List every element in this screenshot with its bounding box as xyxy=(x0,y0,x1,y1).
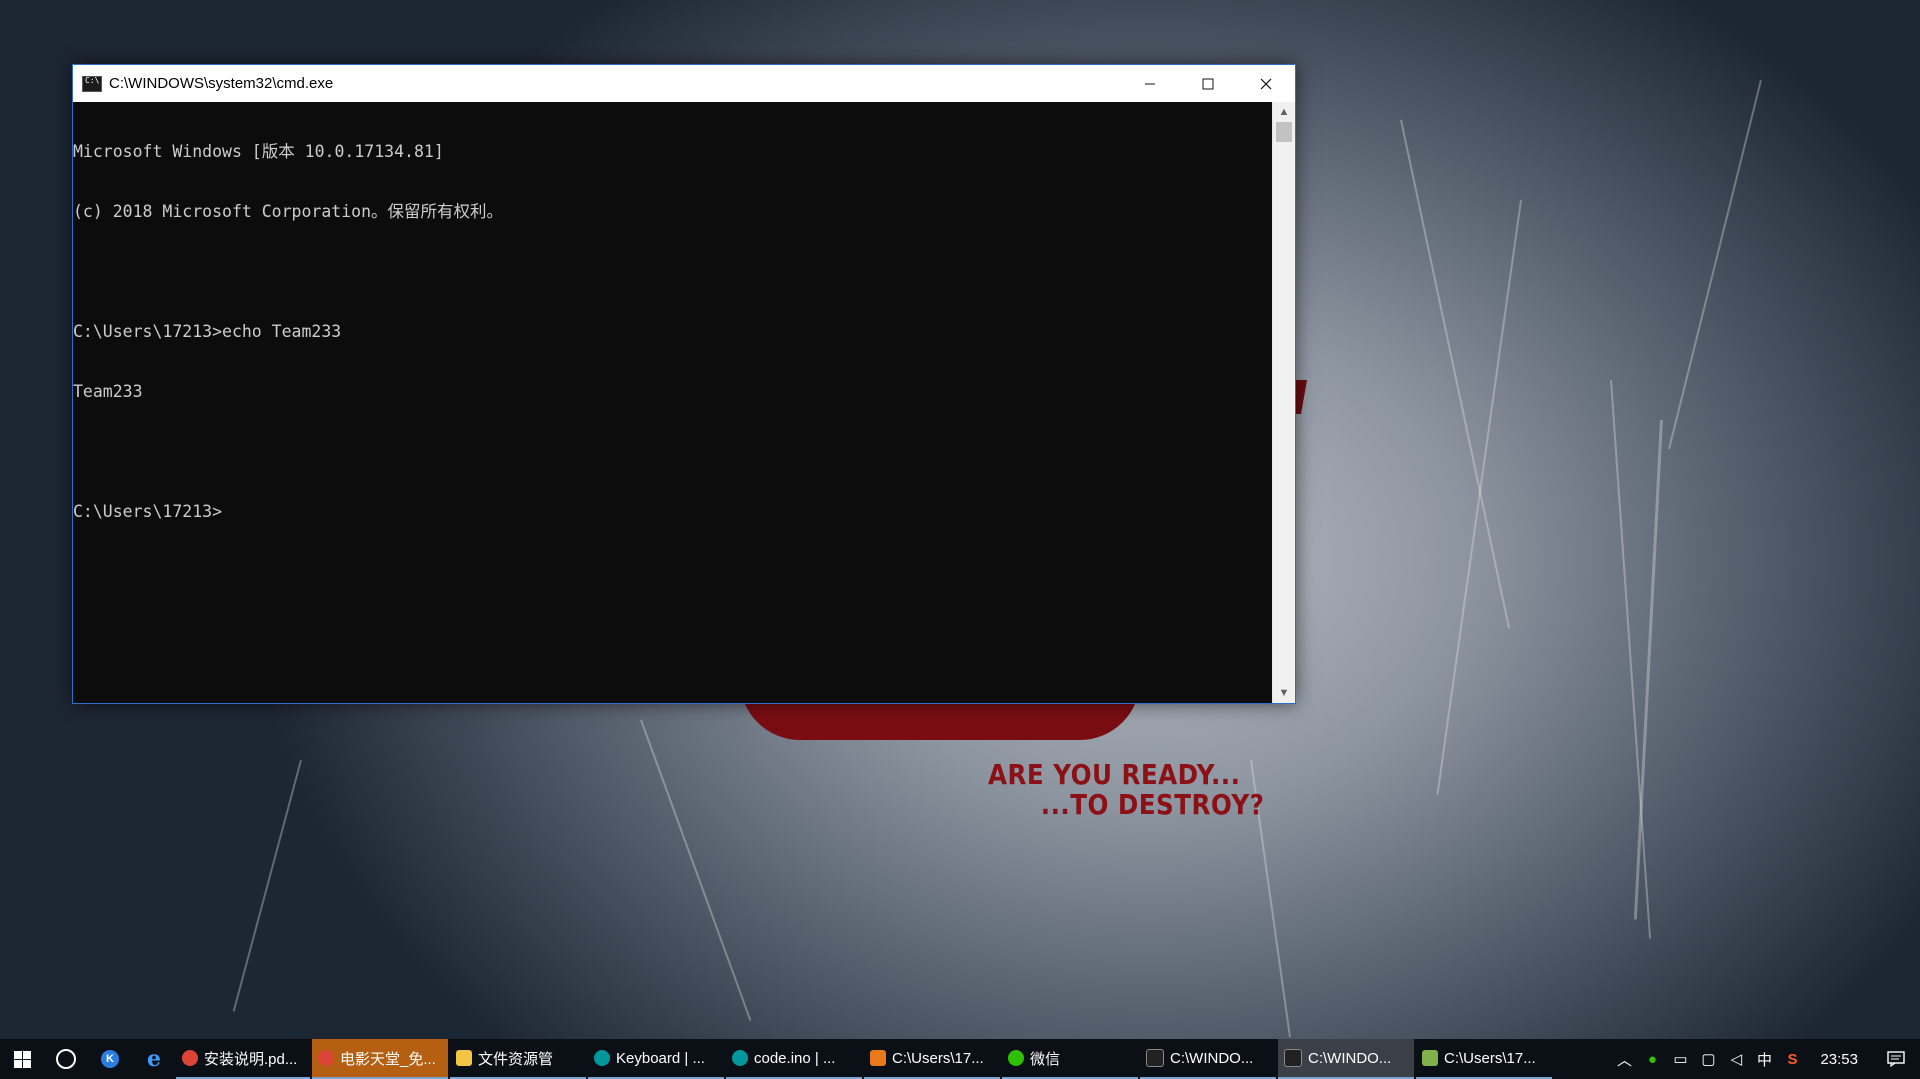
sublime-icon xyxy=(870,1050,886,1066)
system-tray: ︿ ● ▭ ▢ ◁ 中 S 23:53 xyxy=(1610,1039,1920,1079)
volume-icon[interactable]: ◁ xyxy=(1722,1050,1750,1068)
taskbar-app-label: 文件资源管 xyxy=(478,1050,554,1068)
maximize-icon xyxy=(1202,78,1214,89)
maximize-button[interactable] xyxy=(1179,65,1237,102)
cortana-button[interactable] xyxy=(44,1039,88,1079)
show-hidden-icons-icon[interactable]: ︿ xyxy=(1610,1049,1638,1070)
arduino-icon xyxy=(732,1050,748,1066)
taskbar: K e 安装说明.pd... 电影天堂_免... 文件资源管 Keyboard … xyxy=(0,1039,1920,1079)
close-icon xyxy=(1260,78,1272,89)
taskbar-app[interactable]: 电影天堂_免... xyxy=(312,1039,448,1079)
taskbar-app[interactable]: code.ino | ... xyxy=(726,1039,862,1079)
taskbar-app[interactable]: Keyboard | ... xyxy=(588,1039,724,1079)
wallpaper-tagline-2: ...TO DESTROY? xyxy=(1040,788,1265,821)
taskbar-app-label: 安装说明.pd... xyxy=(204,1050,298,1068)
edge-icon: e xyxy=(147,1046,161,1072)
taskbar-app-label: Keyboard | ... xyxy=(616,1049,705,1067)
kugou-icon: K xyxy=(101,1050,119,1068)
cmd-window[interactable]: C:\WINDOWS\system32\cmd.exe Microsoft Wi… xyxy=(72,64,1296,704)
taskbar-app[interactable]: 文件资源管 xyxy=(450,1039,586,1079)
taskbar-app-label: C:\WINDO... xyxy=(1308,1049,1392,1067)
taskbar-app-label: C:\WINDO... xyxy=(1170,1049,1254,1067)
scroll-down-arrow-icon[interactable]: ▼ xyxy=(1273,683,1295,703)
kugou-button[interactable]: K xyxy=(88,1039,132,1079)
network-icon[interactable]: ▢ xyxy=(1694,1050,1722,1068)
taskbar-app[interactable]: 安装说明.pd... xyxy=(176,1039,310,1079)
console-prompt: C:\Users\17213> xyxy=(73,502,223,521)
console-line: Microsoft Windows [版本 10.0.17134.81] xyxy=(73,142,444,161)
edge-button[interactable]: e xyxy=(132,1039,176,1079)
cmd-icon xyxy=(1146,1049,1164,1067)
wechat-icon xyxy=(1008,1050,1024,1066)
folder-icon xyxy=(456,1050,472,1066)
chrome-icon xyxy=(318,1050,334,1066)
taskbar-app-label: 电影天堂_免... xyxy=(340,1050,436,1068)
taskbar-app[interactable]: C:\Users\17... xyxy=(1416,1039,1552,1079)
taskbar-app[interactable]: 微信 xyxy=(1002,1039,1138,1079)
console-output[interactable]: Microsoft Windows [版本 10.0.17134.81] (c)… xyxy=(73,102,1273,703)
taskbar-app[interactable]: C:\WINDO... xyxy=(1140,1039,1276,1079)
ime-indicator[interactable]: 中 xyxy=(1750,1049,1778,1070)
cortana-icon xyxy=(56,1049,76,1069)
start-button[interactable] xyxy=(0,1039,44,1079)
sogou-input-icon[interactable]: S xyxy=(1778,1051,1806,1068)
console-line: Team233 xyxy=(73,382,143,401)
arduino-icon xyxy=(594,1050,610,1066)
scroll-up-arrow-icon[interactable]: ▲ xyxy=(1273,102,1295,122)
taskbar-app-label: 微信 xyxy=(1030,1050,1061,1068)
close-button[interactable] xyxy=(1237,65,1295,102)
taskbar-app-label: C:\Users\17... xyxy=(892,1049,984,1067)
windows-logo-icon xyxy=(13,1050,31,1068)
wallpaper-tagline-1: ARE YOU READY... xyxy=(988,758,1241,791)
notepad-icon xyxy=(1422,1050,1438,1066)
cmd-icon xyxy=(1284,1049,1302,1067)
wallpaper-tagline: ARE YOU READY... ...TO DESTROY? xyxy=(988,760,1264,820)
console-line: (c) 2018 Microsoft Corporation。保留所有权利。 xyxy=(73,202,504,221)
taskbar-app[interactable]: C:\Users\17... xyxy=(864,1039,1000,1079)
cmd-icon xyxy=(82,75,102,92)
clock[interactable]: 23:53 xyxy=(1806,1051,1872,1068)
taskbar-app-label: code.ino | ... xyxy=(754,1049,836,1067)
vertical-scrollbar[interactable]: ▲ ▼ xyxy=(1272,102,1295,703)
scroll-thumb[interactable] xyxy=(1276,122,1292,142)
notification-icon xyxy=(1887,1051,1905,1067)
minimize-button[interactable] xyxy=(1121,65,1179,102)
window-title: C:\WINDOWS\system32\cmd.exe xyxy=(109,75,334,92)
taskbar-app-label: C:\Users\17... xyxy=(1444,1049,1536,1067)
minimize-icon xyxy=(1145,83,1155,84)
action-center-button[interactable] xyxy=(1872,1039,1920,1079)
battery-icon[interactable]: ▭ xyxy=(1666,1050,1694,1068)
chrome-icon xyxy=(182,1050,198,1066)
console-line: C:\Users\17213>echo Team233 xyxy=(73,322,342,341)
taskbar-app[interactable]: C:\WINDO... xyxy=(1278,1039,1414,1079)
wechat-tray-icon[interactable]: ● xyxy=(1638,1051,1666,1068)
window-titlebar[interactable]: C:\WINDOWS\system32\cmd.exe xyxy=(73,65,1295,102)
